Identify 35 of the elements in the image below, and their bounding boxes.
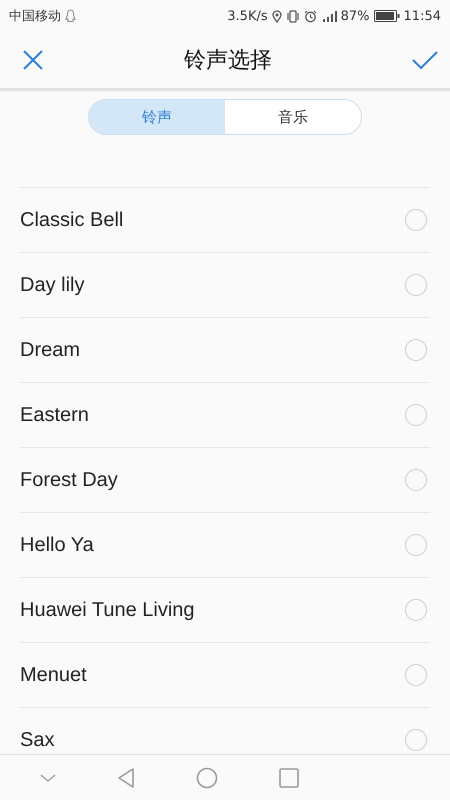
battery-level: 87% — [340, 8, 370, 24]
ringtone-name[interactable]: Hello Ya — [20, 534, 94, 556]
carrier-name: 中国移动 — [9, 8, 61, 25]
radio-button[interactable] — [405, 469, 427, 491]
radio-button[interactable] — [405, 599, 427, 621]
radio-button[interactable] — [405, 209, 427, 231]
window-title: 铃声选择 — [184, 47, 272, 75]
radio-button[interactable] — [405, 534, 427, 556]
ringtone-name[interactable]: Menuet — [20, 664, 87, 686]
battery-icon — [374, 10, 400, 22]
ringtone-name[interactable]: Day lily — [20, 274, 84, 296]
network-speed: 3.5K/s — [227, 8, 268, 24]
vibrate-icon — [286, 10, 300, 22]
radio-button[interactable] — [405, 404, 427, 426]
alarm-icon — [304, 10, 317, 22]
ringtone-name[interactable]: Sax — [20, 728, 54, 752]
back-icon[interactable] — [117, 766, 136, 788]
ringtone-name[interactable]: Classic Bell — [20, 208, 124, 232]
ringtone-name[interactable]: Eastern — [20, 404, 89, 426]
ringtone-name[interactable]: Dream — [20, 338, 80, 362]
ringtone-name[interactable]: Forest Day — [20, 468, 118, 492]
close-button[interactable] — [22, 49, 44, 71]
radio-button[interactable] — [405, 339, 427, 361]
recents-icon[interactable] — [278, 768, 299, 788]
location-icon — [272, 10, 282, 22]
ringtone-name[interactable]: Huawei Tune Living — [20, 598, 195, 622]
collapse-icon[interactable] — [40, 772, 56, 782]
clock-time: 11:54 — [404, 8, 441, 24]
radio-button[interactable] — [405, 274, 427, 296]
radio-button[interactable] — [405, 729, 427, 751]
radio-button[interactable] — [405, 664, 427, 686]
home-icon[interactable] — [196, 766, 218, 788]
signal-icon — [320, 10, 337, 22]
tab[interactable]: 音乐 — [225, 100, 361, 134]
confirm-button[interactable] — [412, 50, 438, 70]
